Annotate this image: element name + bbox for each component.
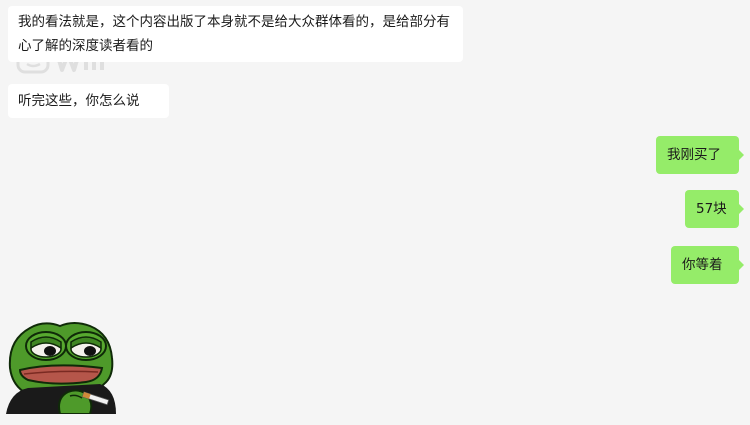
message-text: 我的看法就是，这个内容出版了本身就不是给大众群体看的，是给部分有心了解的深度读者…: [18, 14, 450, 54]
message-bubble-outgoing[interactable]: 我刚买了: [656, 136, 744, 174]
message-bubble-outgoing[interactable]: 57块: [685, 190, 744, 228]
message-bubble-incoming[interactable]: 听完这些，你怎么说: [8, 84, 169, 118]
message-text: 听完这些，你怎么说: [18, 93, 140, 109]
message-text: 我刚买了: [667, 147, 721, 163]
message-text: 57块: [696, 201, 727, 217]
chat-message-area: 我的看法就是，这个内容出版了本身就不是给大众群体看的，是给部分有心了解的深度读者…: [0, 0, 750, 425]
message-text: 你等着: [682, 257, 723, 273]
message-bubble-outgoing[interactable]: 你等着: [671, 246, 744, 284]
pepe-frog-smoking-sticker-icon[interactable]: [4, 318, 118, 414]
message-bubble-incoming[interactable]: 我的看法就是，这个内容出版了本身就不是给大众群体看的，是给部分有心了解的深度读者…: [8, 6, 463, 62]
